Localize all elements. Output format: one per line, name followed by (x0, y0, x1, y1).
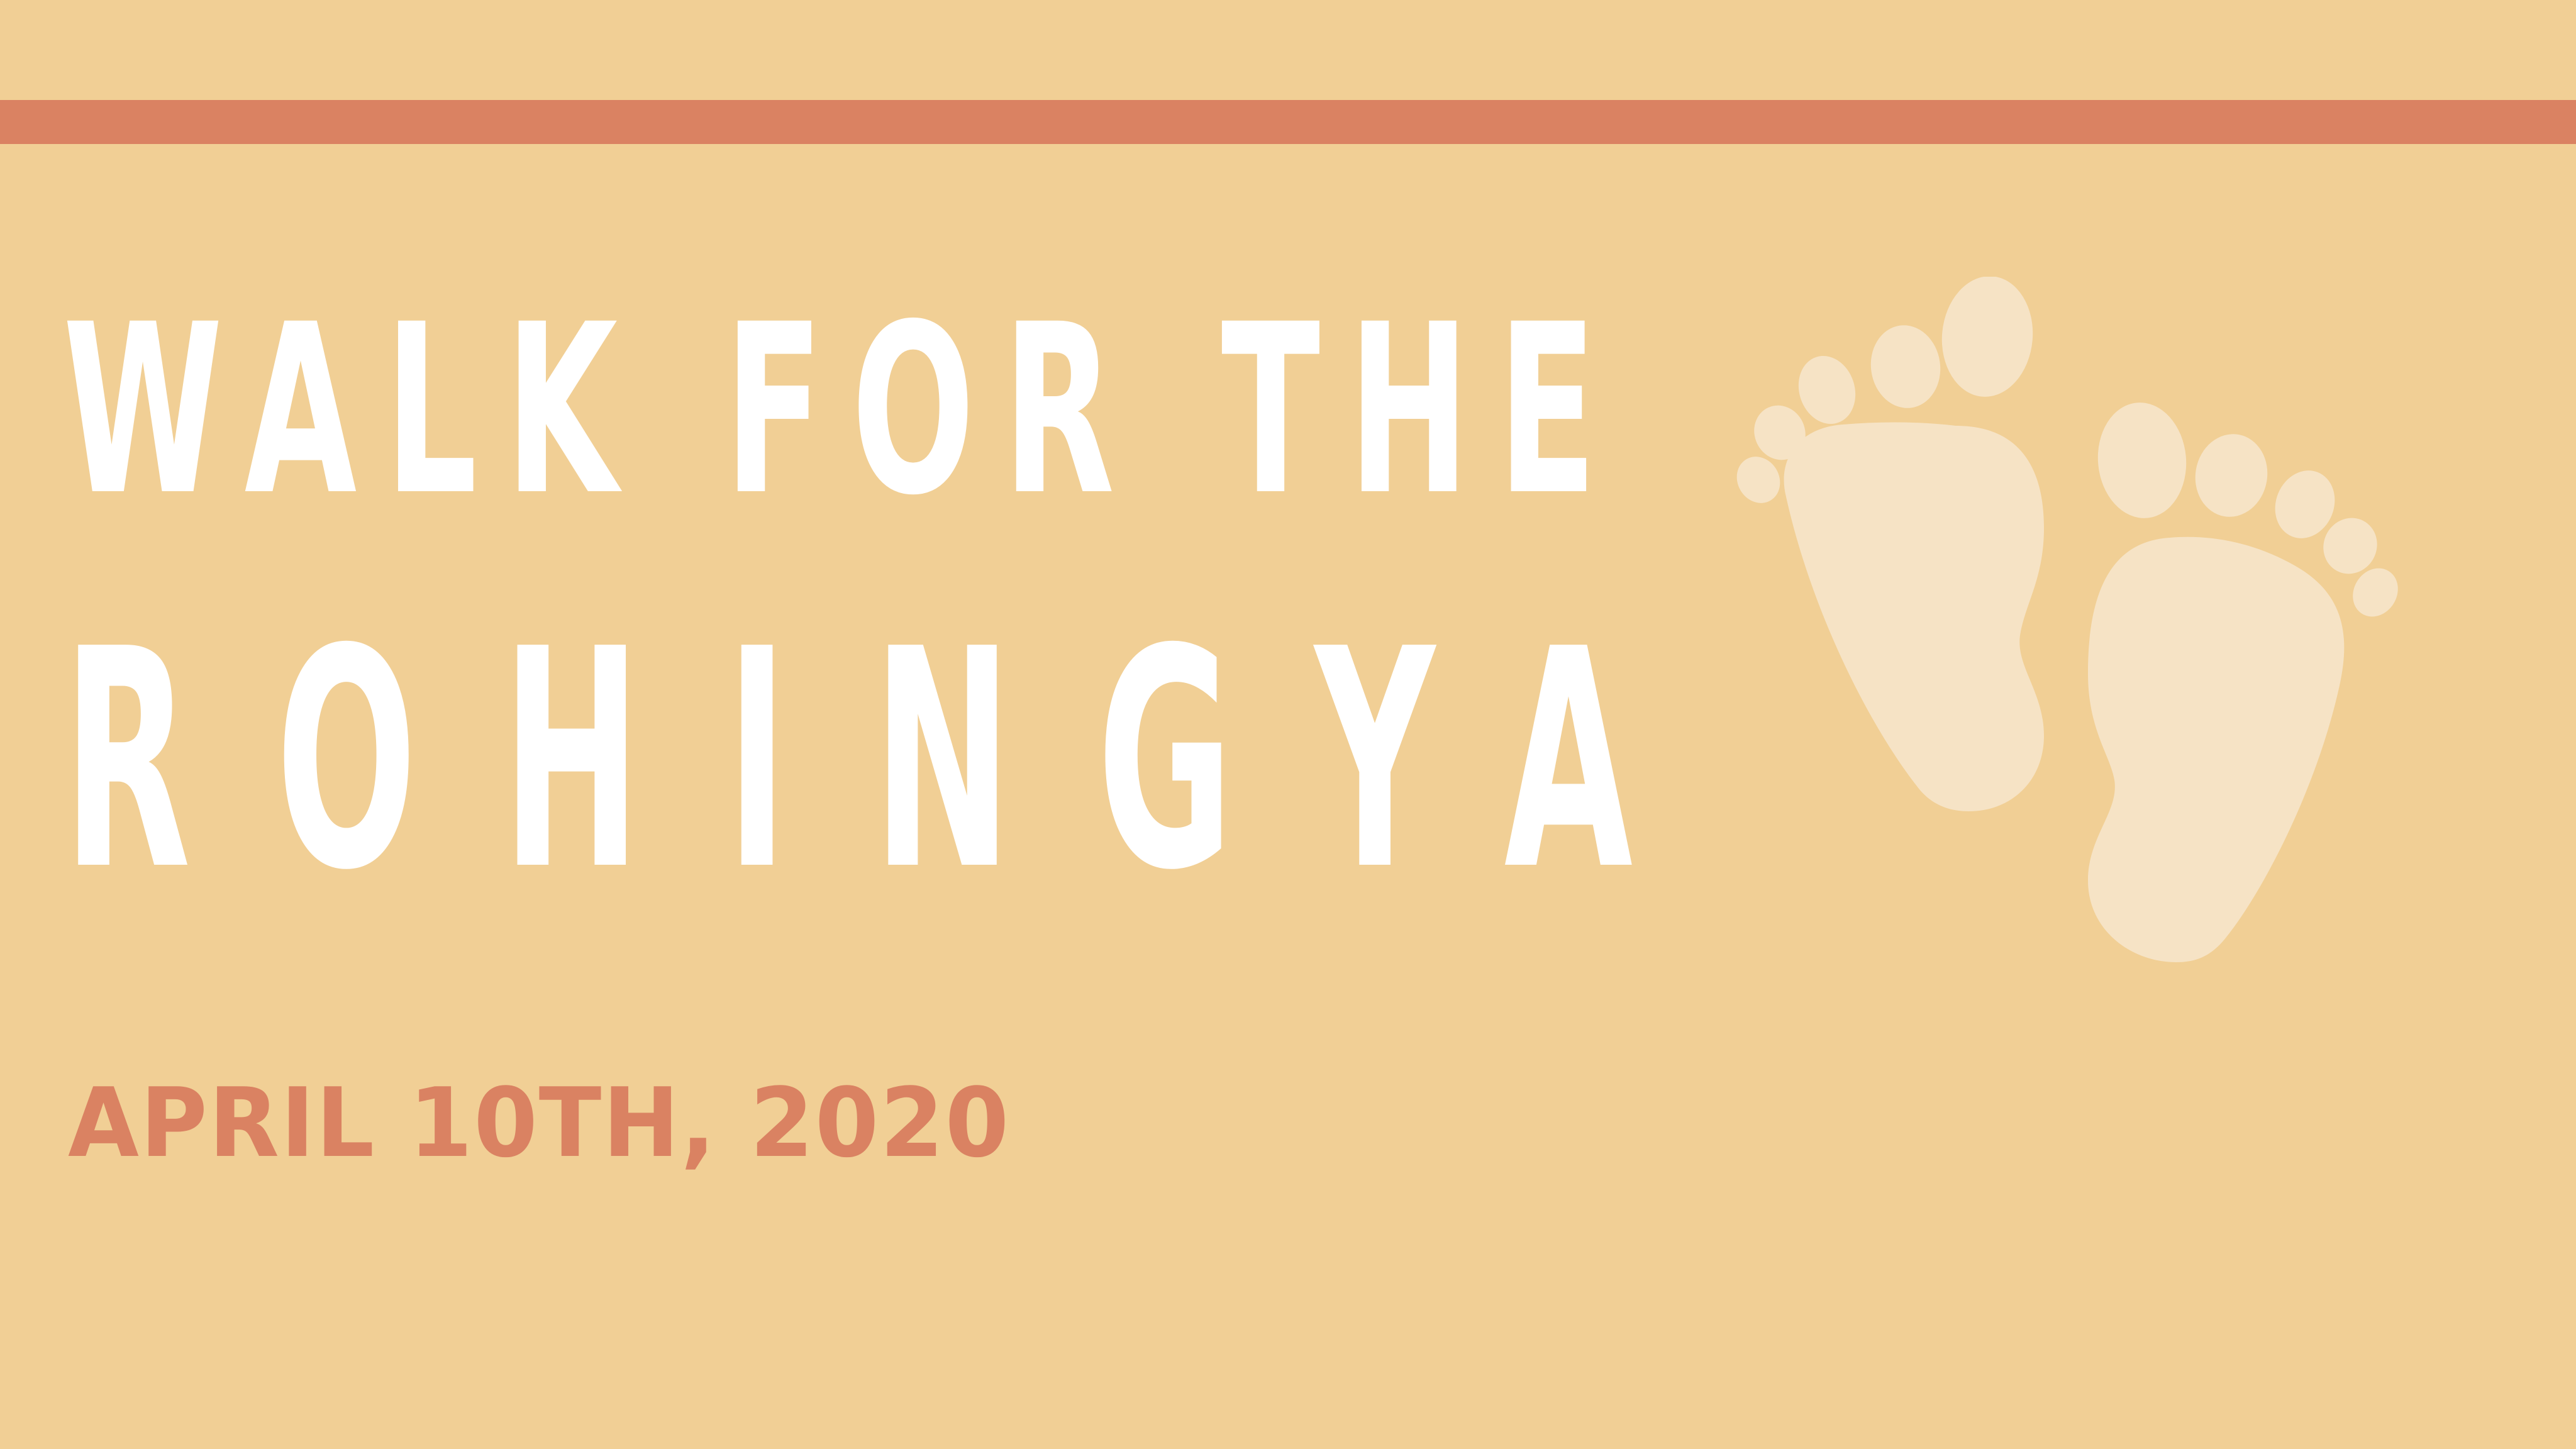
title-line-2: ROHINGYA (63, 585, 1718, 936)
top-accent-bar (0, 100, 2576, 144)
left-foot-toe-3 (1798, 355, 1856, 425)
right-foot-sole-shape (2088, 536, 2345, 962)
title-line-1: WALK FOR THE (63, 274, 1625, 547)
left-foot-toe-2 (1870, 325, 1941, 408)
footprints-icon (1736, 277, 2398, 962)
right-foot-toe-1 (2097, 402, 2187, 518)
right-foot-toe-2 (2195, 434, 2268, 517)
event-date: APRIL 10TH, 2020 (68, 1067, 1011, 1179)
left-foot-toe-1 (1941, 277, 2033, 397)
left-foot-sole-shape (1784, 422, 2044, 811)
